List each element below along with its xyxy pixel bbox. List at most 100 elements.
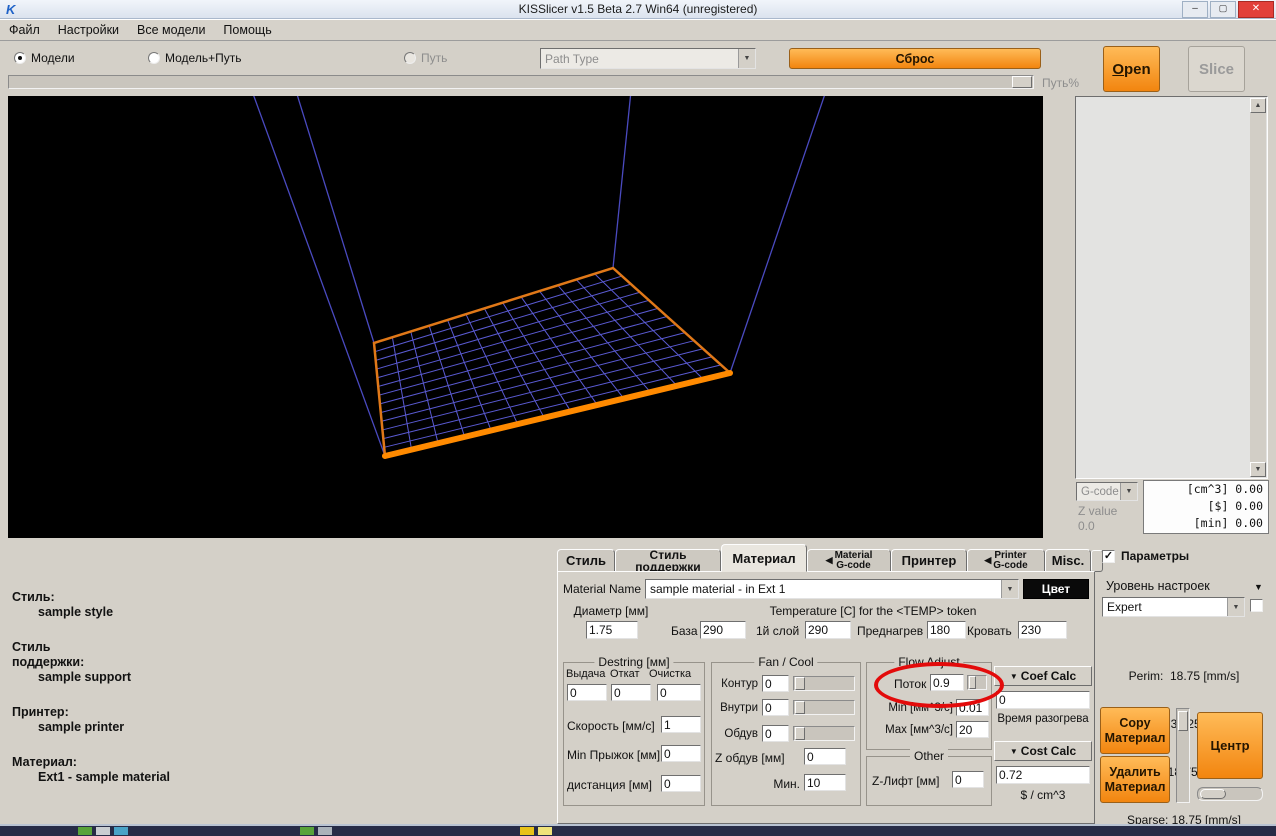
taskbar-icon[interactable] [78, 827, 92, 835]
taskbar-icon[interactable] [114, 827, 128, 835]
path-percent-slider[interactable] [8, 75, 1034, 89]
coef-value-input[interactable] [996, 691, 1090, 709]
extra-checkbox[interactable] [1250, 599, 1263, 612]
minimize-button[interactable]: – [1182, 1, 1208, 18]
color-button[interactable]: Цвет [1023, 579, 1089, 599]
z-fan-label: Z обдув [мм] [715, 751, 785, 765]
model-list-scrollbar[interactable]: ▲ ▼ [1250, 98, 1266, 477]
taskbar-icon[interactable] [538, 827, 552, 835]
tab-misc[interactable]: Misc. [1045, 549, 1091, 572]
fan-cool-group-title: Fan / Cool [754, 655, 817, 669]
path-percent-slider-thumb[interactable] [1012, 76, 1032, 88]
min-jump-input[interactable] [661, 745, 701, 762]
total-volume: [cm^3] 0.00 [1144, 481, 1263, 498]
open-button-label: Open [1112, 61, 1150, 78]
fan-inside-slider-thumb[interactable] [795, 701, 805, 714]
cost-value-input[interactable] [996, 766, 1090, 784]
material-vertical-slider[interactable] [1176, 708, 1190, 803]
tab-style[interactable]: Стиль [557, 549, 615, 572]
temp-preheat-input[interactable] [927, 621, 966, 639]
coef-calc-button[interactable]: ▼ Coef Calc [994, 666, 1092, 686]
reset-button[interactable]: Сброс [789, 48, 1041, 69]
destring-speed-label: Скорость [мм/с] [567, 719, 655, 733]
radio-model-path-label: Модель+Путь [165, 51, 241, 65]
temp-base-input[interactable] [700, 621, 746, 639]
bottom-right-slider-thumb[interactable] [1200, 789, 1226, 799]
flow-slider-thumb[interactable] [969, 676, 976, 689]
delete-material-label2: Материал [1105, 780, 1166, 795]
z-value: 0.0 [1078, 519, 1095, 533]
menu-settings[interactable]: Настройки [49, 20, 128, 40]
delete-material-label1: Удалить [1109, 765, 1160, 780]
distance-input[interactable] [661, 775, 701, 792]
tab-style-label: Стиль [566, 553, 606, 568]
temp-first-layer-input[interactable] [805, 621, 851, 639]
settings-level-value: Expert [1103, 598, 1227, 616]
flow-max-input[interactable] [956, 721, 989, 738]
radio-model-path-icon [148, 52, 160, 64]
destring-retract-input[interactable] [611, 684, 651, 701]
viewport[interactable] [8, 96, 1043, 538]
fan-inside-slider[interactable] [793, 700, 855, 715]
radio-models[interactable]: Модели [14, 51, 75, 65]
close-button[interactable]: ✕ [1238, 1, 1274, 18]
path-type-select: Path Type ▼ [540, 48, 756, 69]
taskbar-icon[interactable] [520, 827, 534, 835]
taskbar-icon[interactable] [96, 827, 110, 835]
cost-calc-label: Cost Calc [1021, 744, 1076, 758]
menu-all-models[interactable]: Все модели [128, 20, 214, 40]
fan-loops-slider-thumb[interactable] [795, 677, 805, 690]
copy-material-button[interactable]: Copy Материал [1100, 707, 1170, 754]
fan-cooling-slider-thumb[interactable] [795, 727, 805, 740]
destring-prime-input[interactable] [567, 684, 607, 701]
maximize-button[interactable]: ▢ [1210, 1, 1236, 18]
taskbar-icon[interactable] [300, 827, 314, 835]
destring-wipe-input[interactable] [657, 684, 701, 701]
center-button[interactable]: Центр [1197, 712, 1263, 779]
tab-support-style[interactable]: Стиль поддержки [615, 549, 721, 572]
diameter-input[interactable] [586, 621, 638, 639]
bottom-right-slider[interactable] [1197, 787, 1263, 801]
fan-cooling-input[interactable] [762, 725, 789, 742]
tab-support-style-label: Стиль поддержки [619, 549, 717, 573]
info-printer: Принтер: sample printer [12, 705, 292, 735]
flow-slider[interactable] [967, 675, 987, 690]
temp-bed-input[interactable] [1018, 621, 1067, 639]
z-fan-input[interactable] [804, 748, 846, 765]
taskbar-icon[interactable] [318, 827, 332, 835]
open-button[interactable]: Open [1103, 46, 1160, 92]
fan-min-label: Мин. [762, 777, 800, 791]
material-vertical-slider-thumb[interactable] [1178, 711, 1188, 731]
taskbar[interactable] [0, 826, 1276, 836]
settings-level-dropdown-icon[interactable]: ▼ [1254, 582, 1263, 592]
material-name-value: sample material - in Ext 1 [646, 580, 1001, 598]
tab-printer[interactable]: Принтер [891, 549, 967, 572]
tab-material[interactable]: Материал [721, 544, 807, 572]
scroll-down-icon[interactable]: ▼ [1250, 462, 1266, 477]
gcode-dropdown-icon: ▼ [1120, 483, 1137, 500]
parameters-checkbox[interactable]: ✓ [1102, 550, 1115, 563]
z-lift-input[interactable] [952, 771, 984, 788]
fan-loops-slider[interactable] [793, 676, 855, 691]
tab-printer-gcode[interactable]: ◀ PrinterG-code [967, 549, 1045, 572]
flow-min-input[interactable] [956, 699, 989, 716]
destring-speed-input[interactable] [661, 716, 701, 733]
fan-loops-input[interactable] [762, 675, 789, 692]
fan-cooling-slider[interactable] [793, 726, 855, 741]
material-name-select[interactable]: sample material - in Ext 1 ▼ [645, 579, 1019, 599]
model-list[interactable]: ▲ ▼ [1075, 96, 1268, 479]
delete-material-button[interactable]: Удалить Материал [1100, 756, 1170, 803]
cost-calc-button[interactable]: ▼ Cost Calc [994, 741, 1092, 761]
material-name-label: Material Name [563, 582, 641, 596]
menu-help[interactable]: Помощь [214, 20, 280, 40]
settings-level-select[interactable]: Expert ▼ [1102, 597, 1245, 617]
flow-input[interactable] [930, 674, 964, 691]
radio-model-path[interactable]: Модель+Путь [148, 51, 241, 65]
fan-min-input[interactable] [804, 774, 846, 791]
speed-perim: Perim: 18.75 [mm/s] [1096, 668, 1272, 684]
tab-material-gcode[interactable]: ◀ MaterialG-code [807, 549, 891, 572]
scroll-up-icon[interactable]: ▲ [1250, 98, 1266, 113]
fan-inside-input[interactable] [762, 699, 789, 716]
menu-file[interactable]: Файл [0, 20, 49, 40]
material-name-dropdown-icon: ▼ [1001, 580, 1018, 598]
